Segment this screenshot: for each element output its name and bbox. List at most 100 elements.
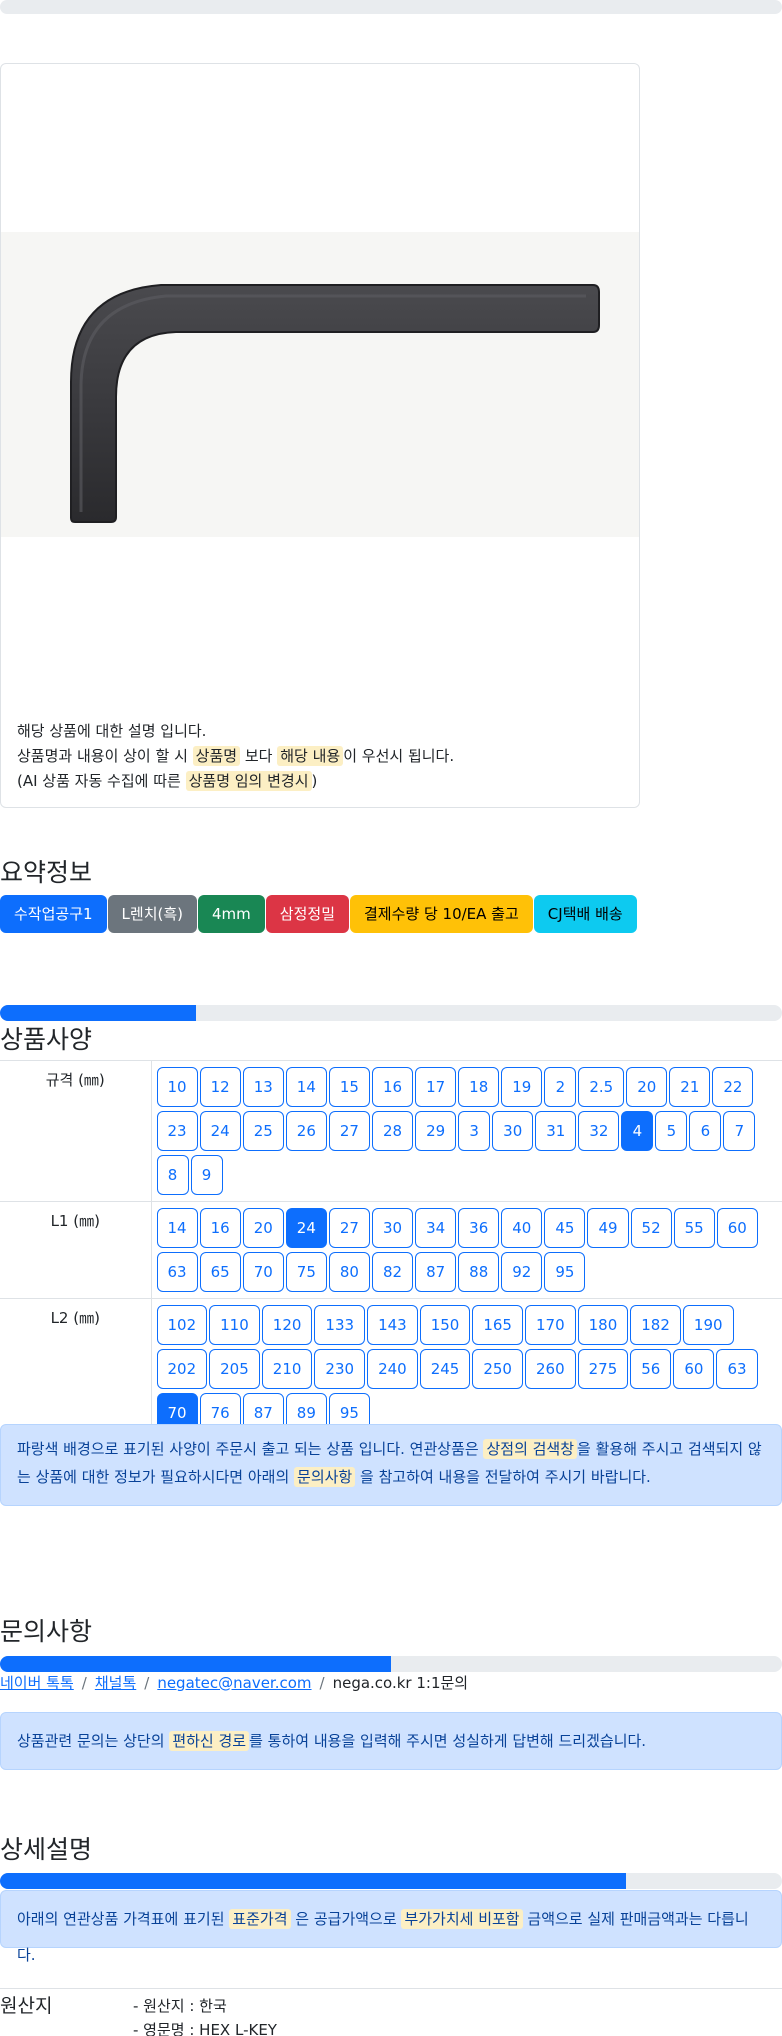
spec-value-button[interactable]: 88	[458, 1252, 500, 1292]
spec-value-button[interactable]: 40	[501, 1208, 543, 1248]
spec-value-button[interactable]: 31	[535, 1111, 577, 1151]
spec-value-button[interactable]: 32	[578, 1111, 620, 1151]
spec-value-button[interactable]: 10	[156, 1067, 198, 1107]
spec-value-button[interactable]: 56	[630, 1349, 672, 1389]
description-line-3: (AI 상품 자동 수집에 따른 상품명 임의 변경시)	[17, 771, 318, 791]
spec-value-button[interactable]: 82	[371, 1252, 414, 1292]
spec-value-button[interactable]: 49	[587, 1208, 629, 1248]
spec-value-button[interactable]: 14	[156, 1208, 198, 1248]
product-description: 해당 상품에 대한 설명 입니다. 상품명과 내용이 상이 할 시 상품명 보다…	[17, 719, 627, 794]
spec-value-button[interactable]: 23	[156, 1111, 198, 1151]
spec-value-button[interactable]: 27	[328, 1208, 370, 1248]
spec-value-button[interactable]: 165	[472, 1305, 523, 1345]
spec-value-button[interactable]: 182	[630, 1305, 681, 1345]
spec-value-button[interactable]: 17	[415, 1067, 457, 1107]
spec-value-button[interactable]: 250	[472, 1349, 523, 1389]
spec-value-button[interactable]: 110	[209, 1305, 260, 1345]
spec-value-button[interactable]: 36	[458, 1208, 500, 1248]
spec-value-button[interactable]: 15	[328, 1067, 370, 1107]
spec-value-button[interactable]: 12	[199, 1067, 241, 1107]
spec-value-button[interactable]: 260	[524, 1349, 576, 1389]
spec-value-button[interactable]: 29	[415, 1111, 457, 1151]
highlight-vat: 부가가치세 비포함	[401, 1909, 523, 1929]
spec-value-button[interactable]: 7	[723, 1111, 756, 1151]
spec-value-button[interactable]: 63	[716, 1349, 758, 1389]
spec-value-button[interactable]: 22	[712, 1067, 754, 1107]
spec-value-button[interactable]: 102	[156, 1305, 208, 1345]
top-progress-bar	[0, 0, 782, 14]
spec-value-button[interactable]: 65	[199, 1252, 241, 1292]
spec-value-button[interactable]: 27	[328, 1111, 370, 1151]
spec-value-button[interactable]: 245	[419, 1349, 471, 1389]
highlight-search: 상점의 검색창	[483, 1439, 578, 1459]
spec-value-button[interactable]: 202	[156, 1349, 208, 1389]
channel-talk-link[interactable]: 채널톡	[95, 1672, 136, 1693]
spec-value-button[interactable]: 14	[285, 1067, 327, 1107]
spec-row-label: L1 (㎜)	[0, 1201, 152, 1299]
spec-value-button[interactable]: 8	[156, 1155, 189, 1195]
spec-value-button[interactable]: 205	[209, 1349, 260, 1389]
origin-country: - 원산지 : 한국	[133, 1997, 227, 2015]
spec-value-button[interactable]: 60	[716, 1208, 758, 1248]
detail-progress	[0, 1873, 782, 1889]
spec-value-button[interactable]: 20	[626, 1067, 668, 1107]
spec-value-button[interactable]: 18	[458, 1067, 500, 1107]
spec-value-button[interactable]: 13	[242, 1067, 284, 1107]
spec-value-button[interactable]: 60	[673, 1349, 715, 1389]
spec-value-button[interactable]: 120	[261, 1305, 313, 1345]
site-inquiry-text: nega.co.kr 1:1문의	[332, 1674, 469, 1692]
spec-value-button[interactable]: 210	[261, 1349, 313, 1389]
spec-value-button[interactable]: 150	[419, 1305, 471, 1345]
spec-value-button[interactable]: 3	[458, 1111, 491, 1151]
spec-value-button[interactable]: 26	[285, 1111, 327, 1151]
spec-value-button[interactable]: 63	[156, 1252, 198, 1292]
spec-value-button[interactable]: 25	[242, 1111, 284, 1151]
spec-value-button[interactable]: 92	[501, 1252, 543, 1292]
naver-talk-link[interactable]: 네이버 톡톡	[0, 1672, 74, 1693]
spec-value-button[interactable]: 240	[367, 1349, 418, 1389]
inquiry-notice: 상품관련 문의는 상단의 편하신 경로 를 통하여 내용을 입력해 주시면 성실하…	[0, 1712, 782, 1770]
spec-value-button[interactable]: 55	[673, 1208, 715, 1248]
spec-value-button[interactable]: 5	[655, 1111, 688, 1151]
spec-value-button[interactable]: 2.5	[578, 1067, 625, 1107]
spec-value-button[interactable]: 6	[689, 1111, 722, 1151]
spec-value-button[interactable]: 45	[544, 1208, 586, 1248]
spec-value-button[interactable]: 30	[371, 1208, 414, 1248]
spec-row: L1 (㎜) 14 16 20 24 27 30 34 36 40 45 49 52 55 60 63 65 70…	[0, 1201, 782, 1299]
email-link[interactable]: negatec@naver.com	[157, 1674, 311, 1692]
summary-title: 요약정보	[0, 858, 93, 887]
spec-value-button[interactable]: 230	[314, 1349, 366, 1389]
spec-value-button[interactable]: 30	[492, 1111, 534, 1151]
spec-value-button[interactable]: 9	[190, 1155, 223, 1195]
origin-items: - 원산지 : 한국 - 영문명 : HEX L-KEY	[133, 1994, 277, 2036]
spec-value-button[interactable]: 24	[285, 1208, 327, 1248]
spec-value-button[interactable]: 24	[199, 1111, 241, 1151]
spec-value-button[interactable]: 19	[501, 1067, 543, 1107]
spec-value-button[interactable]: 16	[371, 1067, 414, 1107]
spec-value-button[interactable]: 170	[524, 1305, 576, 1345]
spec-value-button[interactable]: 95	[544, 1252, 586, 1292]
spec-value-button[interactable]: 4	[621, 1111, 654, 1151]
spec-notice: 파랑색 배경으로 표기된 사양이 주문시 출고 되는 상품 입니다. 연관상품은…	[0, 1424, 782, 1506]
summary-badge: 결제수량 당 10/EA 출고	[350, 895, 533, 933]
detail-title: 상세설명	[0, 1835, 93, 1864]
spec-value-button[interactable]: 133	[314, 1305, 366, 1345]
spec-value-button[interactable]: 70	[242, 1252, 284, 1292]
spec-row-values: 14 16 20 24 27 30 34 36 40 45 49 52 55 60 63 65 70 75 80 82…	[151, 1201, 782, 1299]
spec-value-button[interactable]: 275	[577, 1349, 629, 1389]
spec-value-button[interactable]: 34	[415, 1208, 457, 1248]
spec-value-button[interactable]: 52	[630, 1208, 672, 1248]
summary-badge: 수작업공구1	[0, 895, 107, 933]
spec-value-button[interactable]: 80	[328, 1252, 370, 1292]
spec-value-button[interactable]: 28	[371, 1111, 414, 1151]
spec-value-button[interactable]: 87	[415, 1252, 457, 1292]
spec-value-button[interactable]: 21	[669, 1067, 711, 1107]
spec-value-button[interactable]: 180	[577, 1305, 629, 1345]
spec-value-button[interactable]: 143	[367, 1305, 418, 1345]
spec-title: 상품사양	[0, 1025, 93, 1054]
spec-value-button[interactable]: 2	[544, 1067, 577, 1107]
spec-value-button[interactable]: 75	[285, 1252, 327, 1292]
spec-value-button[interactable]: 16	[199, 1208, 241, 1248]
spec-value-button[interactable]: 20	[242, 1208, 284, 1248]
spec-value-button[interactable]: 190	[682, 1305, 734, 1345]
